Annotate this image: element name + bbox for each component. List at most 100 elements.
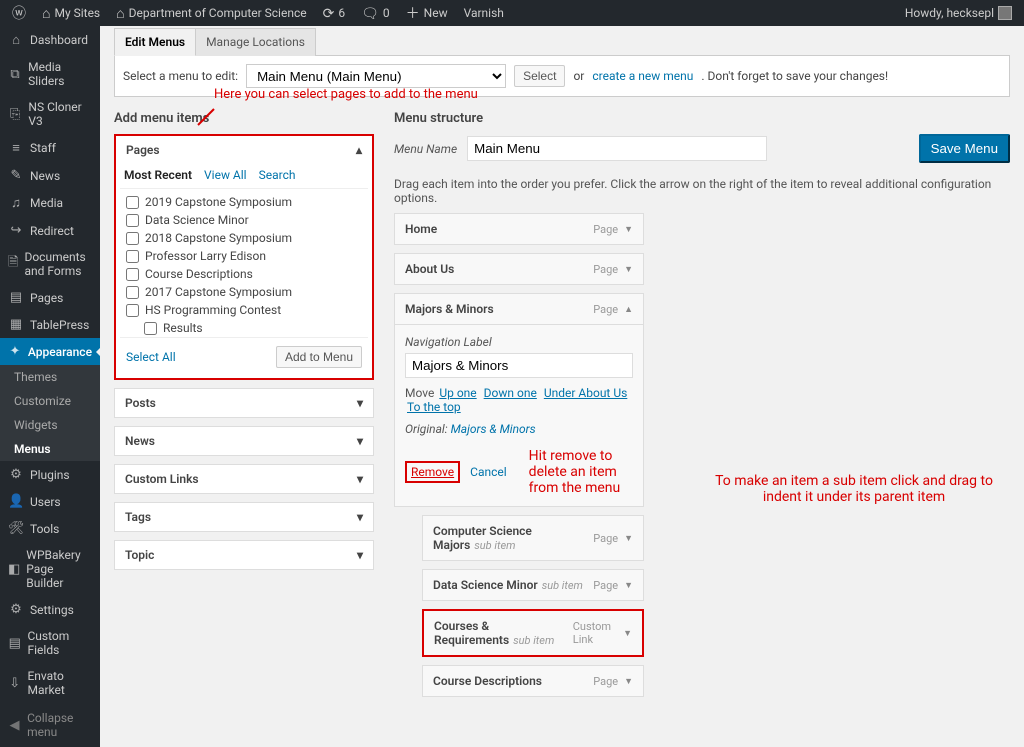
comments-count: 0 [383, 6, 390, 20]
chevron-down-icon[interactable]: ▼ [624, 224, 633, 235]
news-toggle[interactable]: News [115, 427, 373, 455]
select-all-link[interactable]: Select All [126, 350, 176, 364]
collapse-menu[interactable]: ◀Collapse menu [0, 703, 100, 747]
submenu-widgets[interactable]: Widgets [0, 413, 100, 437]
menu-subitem[interactable]: Data Science Minorsub itemPage▼ [422, 569, 644, 601]
site-name[interactable]: ⌂Department of Computer Science [108, 0, 315, 26]
comments[interactable]: 🗨0 [353, 0, 398, 26]
submenu-themes[interactable]: Themes [0, 365, 100, 389]
sidebar-item-appearance[interactable]: ✦Appearance [0, 338, 100, 365]
add-to-menu-button[interactable]: Add to Menu [276, 346, 362, 368]
sidebar-item-tools[interactable]: 🛠Tools [0, 515, 100, 542]
page-checkbox[interactable] [126, 196, 139, 209]
sidebar-item-envato[interactable]: ⇩Envato Market [0, 663, 100, 703]
sidebar-item-documents[interactable]: 🗎Documents and Forms [0, 244, 100, 284]
annotation-select-pages: Here you can select pages to add to the … [214, 87, 478, 102]
sidebar-item-redirect[interactable]: ↪Redirect [0, 217, 100, 244]
move-under-link[interactable]: Under About Us [544, 386, 627, 400]
sidebar-item-nscloner[interactable]: ⎘NS Cloner V3 [0, 94, 100, 134]
nav-label-input[interactable] [405, 353, 633, 378]
staff-icon: ≡ [8, 140, 24, 156]
sidebar-item-news[interactable]: ✎News [0, 162, 100, 189]
pages-list[interactable]: 2019 Capstone Symposium Data Science Min… [120, 188, 368, 338]
sidebar-item-users[interactable]: 👤Users [0, 488, 100, 515]
move-top-link[interactable]: To the top [407, 400, 461, 414]
minitab-viewall[interactable]: View All [204, 168, 247, 182]
sub-item-label: sub item [542, 579, 583, 592]
submenu-customize[interactable]: Customize [0, 389, 100, 413]
page-row[interactable]: 2017 Capstone Symposium [120, 283, 368, 301]
sidebar-item-customfields[interactable]: ▤Custom Fields [0, 623, 100, 663]
page-row[interactable]: Professor Larry Edison [120, 247, 368, 265]
updates[interactable]: ⟳6 [315, 0, 353, 26]
sidebar-item-media[interactable]: ♫Media [0, 189, 100, 217]
page-checkbox[interactable] [126, 250, 139, 263]
chevron-down-icon [357, 434, 363, 448]
sidebar-item-staff[interactable]: ≡Staff [0, 134, 100, 162]
sidebar-item-pages[interactable]: ▤Pages [0, 284, 100, 311]
page-checkbox[interactable] [126, 268, 139, 281]
wp-logo[interactable]: ⓦ [4, 0, 34, 26]
submenu-menus[interactable]: Menus [0, 437, 100, 461]
varnish[interactable]: Varnish [456, 0, 512, 26]
menu-name-input[interactable] [467, 136, 767, 161]
chevron-down-icon[interactable]: ▼ [624, 533, 633, 544]
page-checkbox[interactable] [126, 286, 139, 299]
sidebar-item-wpbakery[interactable]: ◧WPBakery Page Builder [0, 542, 100, 596]
create-menu-link[interactable]: create a new menu [592, 69, 693, 83]
page-row[interactable]: HS Programming Contest [120, 301, 368, 319]
menu-item[interactable]: About UsPage▼ [394, 253, 644, 285]
move-down-link[interactable]: Down one [484, 386, 537, 400]
page-checkbox[interactable] [126, 214, 139, 227]
new-content[interactable]: ＋New [398, 0, 456, 26]
sidebar-item-media-sliders[interactable]: ⧉Media Sliders [0, 54, 100, 94]
menu-select[interactable]: Main Menu (Main Menu) [246, 64, 506, 88]
original-link[interactable]: Majors & Minors [451, 422, 536, 436]
menu-subitem-highlight[interactable]: Courses & Requirementssub itemCustom Lin… [422, 609, 644, 657]
cancel-link[interactable]: Cancel [470, 465, 507, 479]
sidebar-item-tablepress[interactable]: ▦TablePress [0, 311, 100, 338]
move-up-link[interactable]: Up one [439, 386, 476, 400]
my-sites[interactable]: ⌂My Sites [34, 0, 108, 26]
sidebar-item-dashboard[interactable]: ⌂Dashboard [0, 26, 100, 54]
menu-item-open[interactable]: Majors & MinorsPage▲ Navigation Label Mo… [394, 293, 644, 507]
chevron-down-icon[interactable]: ▼ [624, 264, 633, 275]
select-button[interactable]: Select [514, 65, 565, 87]
tab-edit-menus[interactable]: Edit Menus [114, 28, 196, 56]
topic-toggle[interactable]: Topic [115, 541, 373, 569]
chevron-down-icon[interactable]: ▼ [624, 676, 633, 687]
menu-subitem[interactable]: Course DescriptionsPage▼ [422, 665, 644, 697]
tags-toggle[interactable]: Tags [115, 503, 373, 531]
page-checkbox[interactable] [126, 232, 139, 245]
page-row[interactable]: 2018 Capstone Symposium [120, 229, 368, 247]
menu-item-title: Home [405, 222, 437, 236]
remove-link[interactable]: Remove [405, 461, 460, 483]
metabox-title: News [125, 434, 155, 448]
page-checkbox[interactable] [144, 322, 157, 335]
chevron-down-icon[interactable]: ▼ [623, 628, 632, 639]
save-menu-button[interactable]: Save Menu [919, 134, 1010, 163]
account[interactable]: Howdy, hecksepl [897, 0, 1020, 26]
menu-item-title: About Us [405, 262, 454, 276]
page-label: 2018 Capstone Symposium [145, 231, 292, 245]
users-icon: 👤 [8, 494, 24, 509]
metabox-title: Topic [125, 548, 154, 562]
customlinks-toggle[interactable]: Custom Links [115, 465, 373, 493]
pages-toggle[interactable]: Pages [116, 136, 372, 164]
tab-manage-locations[interactable]: Manage Locations [196, 28, 316, 56]
posts-toggle[interactable]: Posts [115, 389, 373, 417]
chevron-down-icon[interactable]: ▼ [624, 580, 633, 591]
page-row[interactable]: Course Descriptions [120, 265, 368, 283]
menu-subitem[interactable]: Computer Science Majorssub itemPage▼ [422, 515, 644, 561]
topic-metabox: Topic [114, 540, 374, 570]
chevron-up-icon[interactable]: ▲ [624, 304, 633, 315]
minitab-search[interactable]: Search [259, 168, 296, 182]
page-checkbox[interactable] [126, 304, 139, 317]
menu-item[interactable]: HomePage▼ [394, 213, 644, 245]
page-row[interactable]: Data Science Minor [120, 211, 368, 229]
page-row[interactable]: Results [120, 319, 368, 337]
sidebar-item-plugins[interactable]: ⚙Plugins [0, 461, 100, 488]
sidebar-item-settings[interactable]: ⚙Settings [0, 596, 100, 623]
minitab-recent[interactable]: Most Recent [124, 168, 192, 182]
page-row[interactable]: 2019 Capstone Symposium [120, 193, 368, 211]
